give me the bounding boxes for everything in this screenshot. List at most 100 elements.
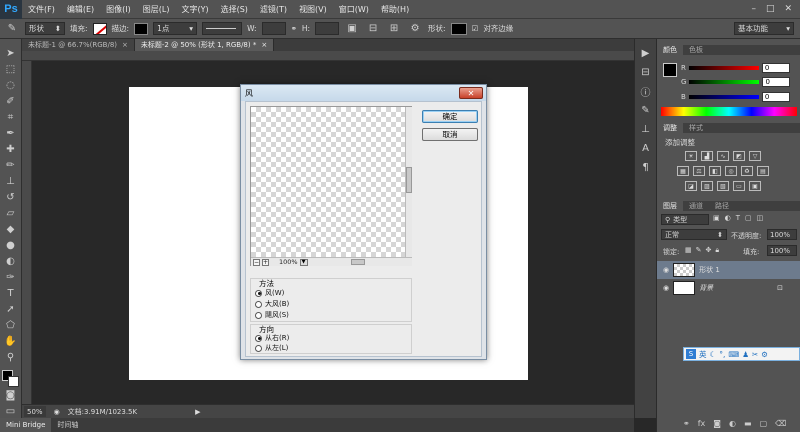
gradient-map-icon[interactable]: ▭ [733,181,745,191]
foreground-color-swatch[interactable] [663,63,677,77]
stroke-swatch[interactable] [134,22,149,35]
lasso-tool-icon[interactable]: ◌ [3,79,19,93]
close-window-button[interactable]: ✕ [784,4,792,14]
brush-tool-icon[interactable]: ✏ [3,159,19,173]
tab-adjustments[interactable]: 调整 [657,123,683,133]
menu-image[interactable]: 图像(I) [100,4,137,15]
lock-all-icon[interactable]: 🔒︎ [715,246,719,255]
eye-icon[interactable]: ◉ [663,284,669,292]
layer-mask-icon[interactable]: ◙ [713,419,721,428]
punctuation-icon[interactable]: °, [719,350,725,359]
tab-styles[interactable]: 样式 [683,123,709,133]
shape-filter-icon[interactable]: ▢ [745,214,752,222]
new-layer-icon[interactable]: ▢ [760,419,768,428]
tab-paths[interactable]: 路径 [709,201,735,211]
layer-filter-select[interactable]: ⚲ 类型 [661,214,709,225]
radio-button[interactable] [255,311,262,319]
direction-option-left[interactable]: 从左(L) [255,343,288,353]
layer-row-shape-1[interactable]: ◉ 形状 1 [657,261,800,279]
path-operations-icon[interactable]: ▣ [344,21,360,37]
delete-layer-icon[interactable]: ⌫ [775,419,786,428]
radio-button[interactable] [255,334,262,342]
tab-mini-bridge[interactable]: Mini Bridge [0,418,52,432]
screen-mode-icon[interactable]: ▭ [3,404,19,418]
tab-timeline[interactable]: 时间轴 [51,418,84,432]
tab-channels[interactable]: 通道 [683,201,709,211]
color-spectrum-bar[interactable] [661,107,797,116]
radio-button[interactable] [255,300,262,308]
fill-field[interactable]: 100% [767,245,797,256]
close-icon[interactable]: × [122,41,128,49]
eye-icon[interactable]: ◉ [663,266,669,274]
menu-help[interactable]: 帮助(H) [375,4,415,15]
tab-document-1[interactable]: 未标题-1 @ 66.7%(RGB/8) × [22,39,135,51]
history-brush-icon[interactable]: ↺ [3,191,19,205]
settings-icon[interactable]: ⚙ [761,350,768,359]
posterize-icon[interactable]: ▨ [701,181,713,191]
green-value-field[interactable]: 0 [762,77,791,87]
info-panel-icon[interactable]: ⓘ [638,83,654,99]
exposure-icon[interactable]: ◩ [733,151,745,161]
dodge-tool-icon[interactable]: ◐ [3,255,19,269]
status-arrow-icon[interactable]: ▶ [195,408,200,416]
clone-panel-icon[interactable]: ⊥ [638,121,654,137]
close-icon[interactable]: × [261,41,267,49]
threshold-icon[interactable]: ▧ [717,181,729,191]
link-icon[interactable]: ⚭ [291,24,297,33]
type-tool-icon[interactable]: T [3,287,19,301]
clone-stamp-icon[interactable]: ⊥ [3,175,19,189]
scroll-thumb[interactable] [406,167,412,193]
opacity-field[interactable]: 100% [767,229,797,240]
lock-pixels-icon[interactable]: ✎ [696,246,702,255]
quick-select-tool-icon[interactable]: ✐ [3,95,19,109]
brightness-icon[interactable]: ☀ [685,151,697,161]
zoom-out-button[interactable]: − [253,258,260,266]
adjustment-layer-icon[interactable]: ◐ [729,419,736,428]
history-panel-icon[interactable]: ▶ [638,45,654,61]
menu-type[interactable]: 文字(Y) [175,4,214,15]
tab-color[interactable]: 颜色 [657,45,683,55]
crop-tool-icon[interactable]: ⌗ [3,111,19,125]
adjustment-filter-icon[interactable]: ◐ [725,214,731,222]
moon-icon[interactable]: ☾ [710,350,717,359]
menu-filter[interactable]: 滤镜(T) [254,4,293,15]
shape-tool-icon[interactable]: ⬠ [3,318,19,332]
ime-logo-icon[interactable]: S [686,349,696,359]
color-swatches[interactable] [1,370,20,388]
eyedropper-tool-icon[interactable]: ✒ [3,127,19,141]
blend-mode-select[interactable]: 正常 ⬍ [661,229,727,240]
blur-tool-icon[interactable]: ● [3,239,19,253]
dialog-close-button[interactable]: ✕ [459,87,483,99]
color-lookup-icon[interactable]: ▤ [757,166,769,176]
menu-window[interactable]: 窗口(W) [333,4,375,15]
zoom-in-button[interactable]: + [262,258,269,266]
tools-icon[interactable]: ✂ [752,350,758,359]
height-field[interactable] [315,22,340,35]
hand-tool-icon[interactable]: ✋ [3,334,19,348]
chevron-down-icon[interactable]: ▼ [299,258,308,266]
zoom-tool-icon[interactable]: ⚲ [3,350,19,364]
width-field[interactable] [261,22,286,35]
type-filter-icon[interactable]: T [736,214,740,222]
status-menu-icon[interactable]: ◉ [54,408,60,416]
lock-position-icon[interactable]: ✥ [706,246,712,255]
filter-preview[interactable]: − + 100% ▼ [250,106,412,266]
photo-filter-icon[interactable]: ◎ [725,166,737,176]
pixel-filter-icon[interactable]: ▣ [713,214,720,222]
channel-mixer-icon[interactable]: ♻ [741,166,753,176]
group-icon[interactable]: ▬ [744,419,752,428]
path-select-icon[interactable]: ➚ [3,303,19,317]
blue-slider[interactable] [688,95,759,99]
tab-layers[interactable]: 图层 [657,201,683,211]
paragraph-panel-icon[interactable]: ¶ [638,159,654,175]
properties-panel-icon[interactable]: ⊟ [638,64,654,80]
method-option-wind[interactable]: 风(W) [255,288,284,298]
menu-view[interactable]: 视图(V) [293,4,333,15]
tab-swatches[interactable]: 色板 [683,45,709,55]
vibrance-icon[interactable]: ▽ [749,151,761,161]
curves-icon[interactable]: ∿ [717,151,729,161]
align-edges-checkbox[interactable]: ☑ [472,24,479,33]
smart-object-filter-icon[interactable]: ◫ [757,214,764,222]
skin-icon[interactable]: ♟ [742,350,749,359]
background-color-swatch[interactable] [7,376,19,388]
